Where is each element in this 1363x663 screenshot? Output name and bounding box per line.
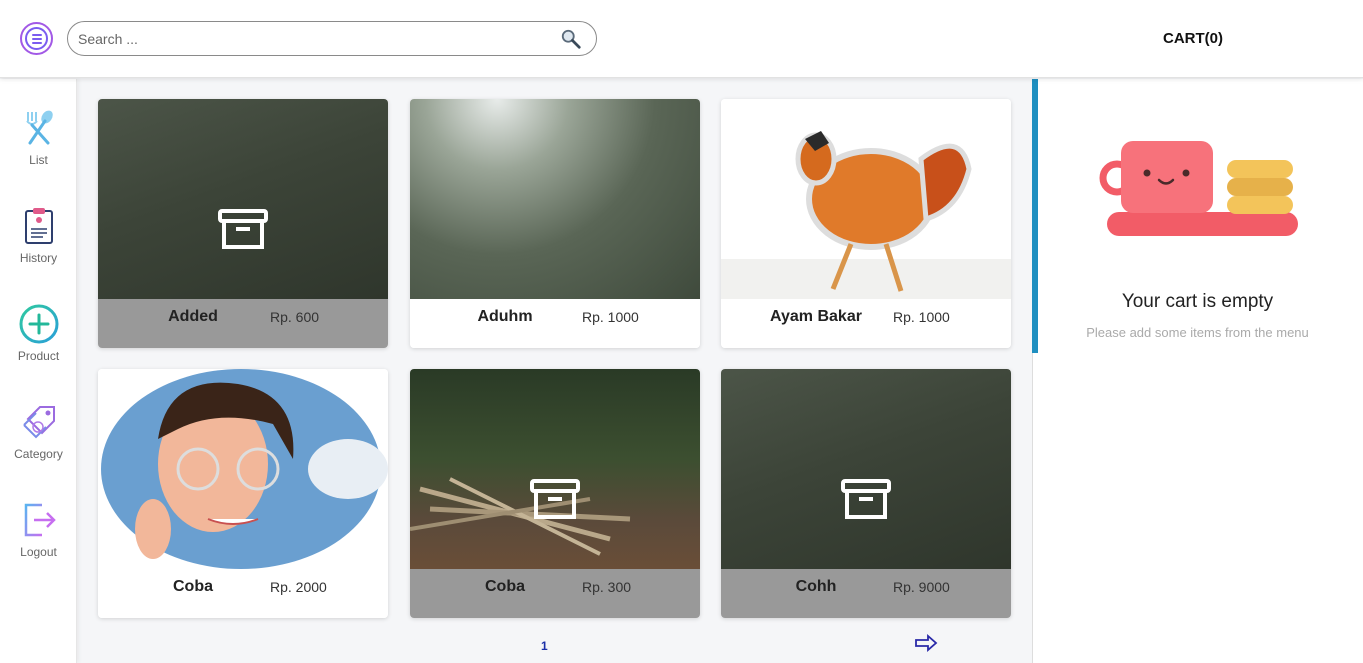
sidebar: List History Product Category Logout: [0, 79, 77, 663]
plus-circle-icon: [19, 304, 58, 344]
product-caption: Ayam Bakar Rp. 1000: [721, 299, 1011, 348]
avatar-image: [101, 369, 388, 569]
sidebar-item-category[interactable]: Category: [0, 401, 77, 481]
menu-button[interactable]: [20, 22, 53, 55]
product-price: Rp. 1000: [893, 309, 950, 325]
tag-icon: [22, 406, 55, 439]
top-header: CART(0): [0, 0, 1363, 78]
empty-cart-subtitle: Please add some items from the menu: [1086, 325, 1309, 340]
sidebar-item-list[interactable]: List: [0, 107, 77, 187]
archive-box-icon: [218, 209, 268, 249]
product-name: Coba: [173, 578, 213, 595]
sidebar-item-label: Logout: [20, 545, 57, 559]
product-price: Rp. 600: [270, 309, 320, 325]
product-price: Rp. 300: [582, 579, 632, 595]
product-caption: Coba Rp. 300: [410, 569, 700, 618]
logout-icon: [24, 503, 56, 537]
product-card[interactable]: Aduhm Rp. 1000: [410, 99, 700, 348]
product-caption: Aduhm Rp. 1000: [410, 299, 700, 348]
product-image: [721, 369, 1011, 569]
cart-title: CART(0): [1163, 30, 1223, 47]
product-name: Cohh: [795, 578, 837, 595]
product-price: Rp. 9000: [893, 579, 950, 595]
search-icon[interactable]: [560, 28, 582, 50]
product-image: [410, 99, 700, 299]
sidebar-item-label: Product: [17, 349, 60, 363]
sidebar-item-label: List: [29, 153, 48, 167]
pagination-page[interactable]: 1: [541, 639, 548, 653]
next-page-arrow-icon[interactable]: [914, 634, 938, 652]
product-card[interactable]: Cohh Rp. 9000: [721, 369, 1011, 618]
product-name: Aduhm: [477, 308, 533, 325]
product-card[interactable]: Added Rp. 600: [98, 99, 388, 348]
empty-cart-cup-icon: [1099, 141, 1298, 236]
menu-icon: [25, 27, 48, 50]
sidebar-item-history[interactable]: History: [0, 205, 77, 285]
product-caption: Cohh Rp. 9000: [721, 569, 1011, 618]
product-image: [410, 369, 700, 569]
product-name: Coba: [485, 578, 525, 595]
product-card[interactable]: Ayam Bakar Rp. 1000: [721, 99, 1011, 348]
sidebar-item-label: History: [19, 251, 58, 265]
sidebar-item-label: Category: [14, 447, 63, 461]
empty-cart-title: Your cart is empty: [1121, 291, 1274, 312]
product-name: Ayam Bakar: [770, 308, 862, 325]
sidebar-item-product[interactable]: Product: [0, 303, 77, 383]
product-name: Added: [168, 308, 218, 325]
product-card[interactable]: Coba Rp. 300: [410, 369, 700, 618]
product-price: Rp. 1000: [582, 309, 639, 325]
clipboard-icon: [24, 208, 53, 244]
fork-spoon-icon: [25, 110, 53, 145]
product-card[interactable]: Coba Rp. 2000: [98, 369, 388, 618]
sidebar-item-logout[interactable]: Logout: [0, 499, 77, 579]
product-caption: Added Rp. 600: [98, 299, 388, 348]
product-image: [721, 99, 1011, 299]
product-price: Rp. 2000: [270, 579, 327, 595]
wood-pile-image: [410, 477, 631, 556]
search-input[interactable]: [78, 30, 548, 48]
archive-box-icon: [841, 479, 891, 519]
search-box: [67, 21, 597, 56]
chicken-image: [721, 131, 1011, 299]
product-caption: Coba Rp. 2000: [98, 569, 388, 618]
product-image: [98, 369, 388, 569]
archive-box-icon: [530, 479, 580, 519]
product-image: [98, 99, 388, 299]
